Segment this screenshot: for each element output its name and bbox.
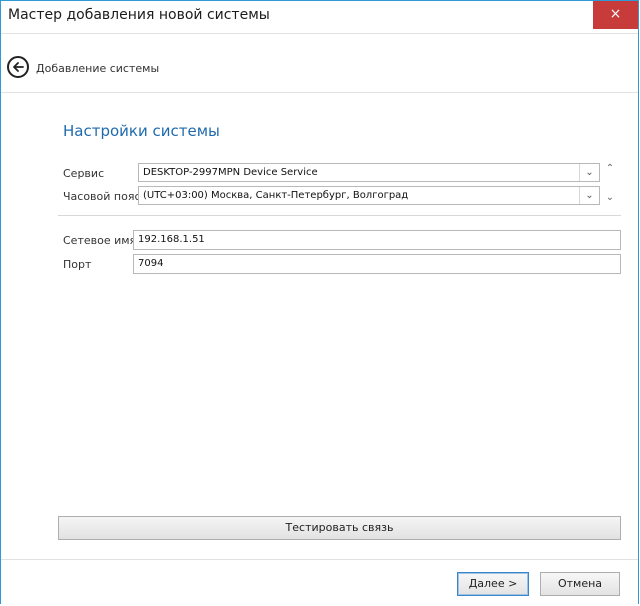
port-input[interactable]: 7094 (133, 254, 621, 274)
timezone-value: (UTC+03:00) Москва, Санкт-Петербург, Вол… (143, 190, 409, 201)
network-name-input[interactable]: 192.168.1.51 (133, 230, 621, 250)
wizard-nav-bar: Добавление системы (1, 33, 638, 93)
cancel-button[interactable]: Отмена (540, 572, 620, 596)
settings-panel: Настройки системы Сервис DESKTOP-2997MPN… (1, 92, 638, 557)
timezone-label: Часовой пояс (63, 190, 141, 203)
network-name-label: Сетевое имя (63, 234, 137, 247)
wizard-window: Мастер добавления новой системы × Добавл… (0, 0, 639, 606)
service-label: Сервис (63, 167, 105, 180)
close-button[interactable]: × (593, 1, 638, 29)
scroll-down-icon[interactable]: ⌄ (604, 191, 616, 205)
window-title: Мастер добавления новой системы (8, 7, 270, 23)
next-button[interactable]: Далее > (457, 572, 529, 596)
service-select[interactable]: DESKTOP-2997MPN Device Service ⌄ (138, 163, 600, 182)
divider (58, 215, 621, 216)
service-value: DESKTOP-2997MPN Device Service (143, 167, 318, 178)
chevron-down-icon[interactable]: ⌄ (579, 187, 599, 204)
arrow-left-circle-icon[interactable] (7, 56, 29, 78)
timezone-select[interactable]: (UTC+03:00) Москва, Санкт-Петербург, Вол… (138, 186, 600, 205)
step-title: Добавление системы (36, 62, 160, 75)
scroll-up-icon[interactable]: ⌃ (604, 162, 616, 176)
test-connection-button[interactable]: Тестировать связь (58, 516, 621, 540)
chevron-down-icon[interactable]: ⌄ (579, 164, 599, 181)
wizard-footer: Далее > Отмена (1, 559, 638, 606)
section-title: Настройки системы (63, 122, 220, 140)
title-bar: Мастер добавления новой системы × (1, 1, 638, 33)
port-label: Порт (63, 258, 92, 271)
